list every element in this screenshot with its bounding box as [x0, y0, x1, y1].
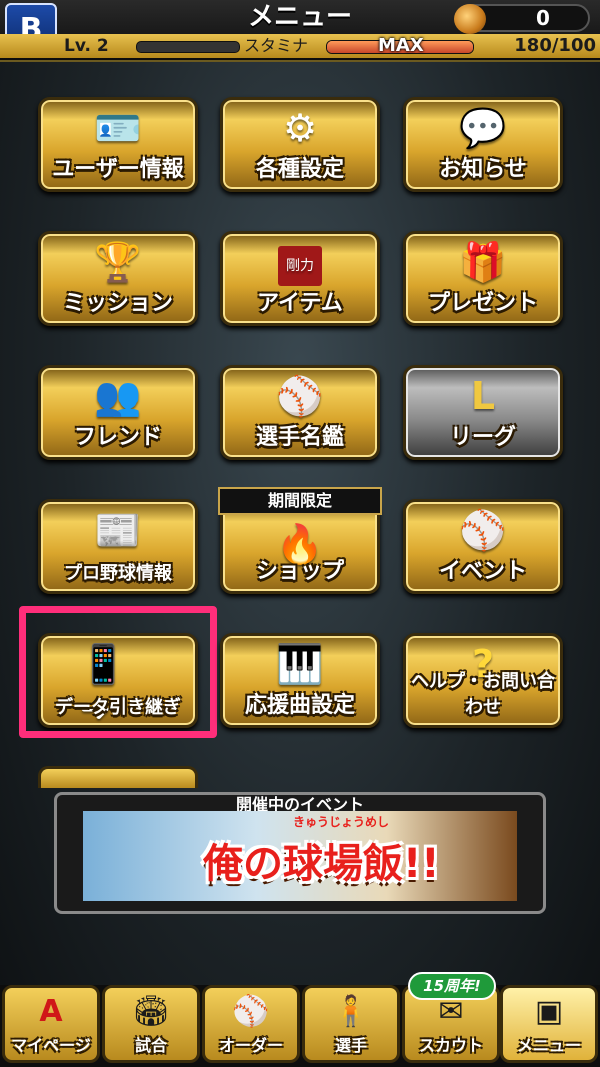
highlight-box — [19, 606, 217, 738]
field-lineup-icon: ⚾ — [232, 994, 270, 1029]
missions-label: ミッション — [62, 291, 173, 316]
league-button[interactable]: L リーグ — [403, 365, 563, 460]
letter-a-icon: A — [39, 994, 63, 1029]
piano-keys-icon: 🎹 — [276, 642, 324, 686]
level-label: Lv. 2 — [64, 36, 109, 56]
event-banner-ruby: きゅうじょうめし — [293, 815, 390, 829]
mascot-icon: ▣ — [534, 994, 564, 1029]
book-icon: 剛力 — [278, 246, 322, 286]
coin-icon — [454, 4, 486, 34]
mascot-speech-icon: 💬 — [459, 106, 507, 150]
profile-card-icon: 🪪 — [94, 106, 142, 150]
league-laurel-icon: L — [470, 374, 496, 418]
stadium-icon: 🏟 — [131, 994, 171, 1029]
nav-games-label: 試合 — [134, 1036, 167, 1055]
cheer-song-settings-label: 応援曲設定 — [244, 693, 355, 718]
anniversary-badge: 15周年! — [408, 972, 496, 1000]
nav-players[interactable]: 🧍 選手 — [302, 985, 400, 1063]
nav-mypage-label: マイページ — [11, 1036, 91, 1055]
nav-mypage[interactable]: A マイページ — [2, 985, 100, 1063]
help-contact-label: ヘルプ・お問い合わせ — [411, 671, 555, 718]
user-info-button[interactable]: 🪪 ユーザー情報 — [38, 97, 198, 192]
trophy-icon: 🏆 — [94, 240, 142, 284]
news-button[interactable]: 💬 お知らせ — [403, 97, 563, 192]
coin-counter[interactable]: 0 — [454, 4, 590, 34]
presents-label: プレゼント — [427, 291, 538, 316]
friends-label: フレンド — [73, 425, 162, 450]
stamina-max-label: MAX — [378, 35, 424, 56]
player-directory-label: 選手名鑑 — [255, 425, 344, 450]
nav-players-label: 選手 — [334, 1036, 367, 1055]
header-bar: B メニュー 0 Lv. 2 スタミナ MAX 180/100 — [0, 0, 600, 62]
player-icon: 🧍 — [332, 994, 370, 1029]
shop-label: ショップ — [255, 559, 344, 584]
limited-time-badge: 期間限定 — [218, 487, 382, 515]
event-banner[interactable]: きゅうじょうめし 俺の球場飯!! — [83, 811, 517, 901]
newspaper-icon: 📰 — [94, 508, 142, 552]
items-button[interactable]: 剛力 アイテム — [220, 231, 380, 326]
settings-label: 各種設定 — [255, 157, 344, 182]
missions-button[interactable]: 🏆 ミッション — [38, 231, 198, 326]
pitcher-icon: ⚾ — [276, 374, 324, 418]
event-label: イベント — [438, 559, 527, 584]
coin-value: 0 — [536, 6, 550, 30]
nav-order-label: オーダー — [218, 1036, 283, 1055]
event-panel: 開催中のイベント きゅうじょうめし 俺の球場飯!! — [54, 792, 546, 914]
stamina-label: スタミナ — [244, 36, 309, 55]
help-contact-button[interactable]: ? ヘルプ・お問い合わせ — [403, 633, 563, 728]
nav-menu-label: メニュー — [516, 1036, 581, 1055]
nav-scout-label: スカウト — [418, 1036, 483, 1055]
user-info-label: ユーザー情報 — [52, 157, 184, 182]
baseball-bats-icon: ⚾ — [459, 508, 507, 552]
pro-baseball-news-label: プロ野球情報 — [64, 563, 172, 584]
bottom-nav: A マイページ 🏟 試合 ⚾ オーダー 🧍 選手 ✉ スカウト ▣ メニュー — [0, 985, 600, 1067]
cheer-song-settings-button[interactable]: 🎹 応援曲設定 — [220, 633, 380, 728]
settings-button[interactable]: ⚙ 各種設定 — [220, 97, 380, 192]
partial-menu-button[interactable] — [38, 766, 198, 788]
gear-icon: ⚙ — [282, 106, 318, 150]
event-banner-title: 俺の球場飯!! — [203, 841, 440, 887]
presents-button[interactable]: 🎁 プレゼント — [403, 231, 563, 326]
friends-icon: 👥 — [94, 374, 142, 418]
status-bar: Lv. 2 スタミナ MAX 180/100 — [0, 34, 600, 58]
player-directory-button[interactable]: ⚾ 選手名鑑 — [220, 365, 380, 460]
nav-games[interactable]: 🏟 試合 — [102, 985, 200, 1063]
news-label: お知らせ — [439, 157, 527, 182]
gift-icon: 🎁 — [459, 240, 507, 284]
nav-menu[interactable]: ▣ メニュー — [500, 985, 598, 1063]
friends-button[interactable]: 👥 フレンド — [38, 365, 198, 460]
items-label: アイテム — [257, 291, 343, 316]
nav-order[interactable]: ⚾ オーダー — [202, 985, 300, 1063]
event-button[interactable]: ⚾ イベント — [403, 499, 563, 594]
exp-bar — [136, 41, 240, 53]
pro-baseball-news-button[interactable]: 📰 プロ野球情報 — [38, 499, 198, 594]
league-label: リーグ — [449, 425, 516, 450]
page-title: メニュー — [247, 2, 352, 32]
stamina-value: 180/100 — [514, 35, 596, 56]
